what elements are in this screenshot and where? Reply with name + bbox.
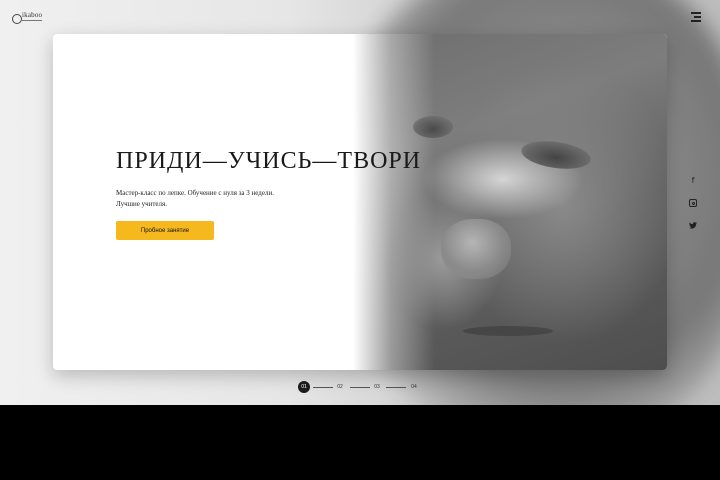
hero-description-line: Мастер-класс по лепке. Обучение с нуля з… (116, 189, 274, 197)
pagination-divider (350, 387, 370, 388)
menu-icon[interactable] (689, 11, 701, 23)
logo[interactable]: ikaboo (12, 10, 42, 26)
logo-underline (22, 20, 42, 21)
hero-description-line: Лучшие учителя. (116, 200, 167, 208)
logo-text: ikaboo (22, 11, 43, 19)
twitter-icon[interactable] (688, 220, 698, 230)
pagination-item-04[interactable]: 04 (408, 381, 420, 393)
hero-sculpture-image (353, 34, 667, 370)
pagination-item-02[interactable]: 02 (334, 381, 346, 393)
logo-mark-icon (12, 14, 22, 24)
page: ikaboo ПРИДИ—УЧИСЬ—ТВОРИ Мастер-класс по… (0, 0, 720, 405)
hero-description: Мастер-класс по лепке. Обучение с нуля з… (116, 188, 316, 210)
slide-pagination: 01 02 03 04 (298, 381, 428, 393)
hero-card: ПРИДИ—УЧИСЬ—ТВОРИ Мастер-класс по лепке.… (53, 34, 667, 370)
pagination-divider (386, 387, 406, 388)
instagram-icon[interactable] (688, 198, 698, 208)
pagination-divider (313, 387, 333, 388)
pagination-item-01[interactable]: 01 (298, 381, 310, 393)
trial-lesson-button[interactable]: Пробное занятие (116, 221, 214, 240)
hero-headline: ПРИДИ—УЧИСЬ—ТВОРИ (116, 148, 422, 174)
pagination-item-03[interactable]: 03 (371, 381, 383, 393)
facebook-icon[interactable]: f (688, 175, 698, 185)
